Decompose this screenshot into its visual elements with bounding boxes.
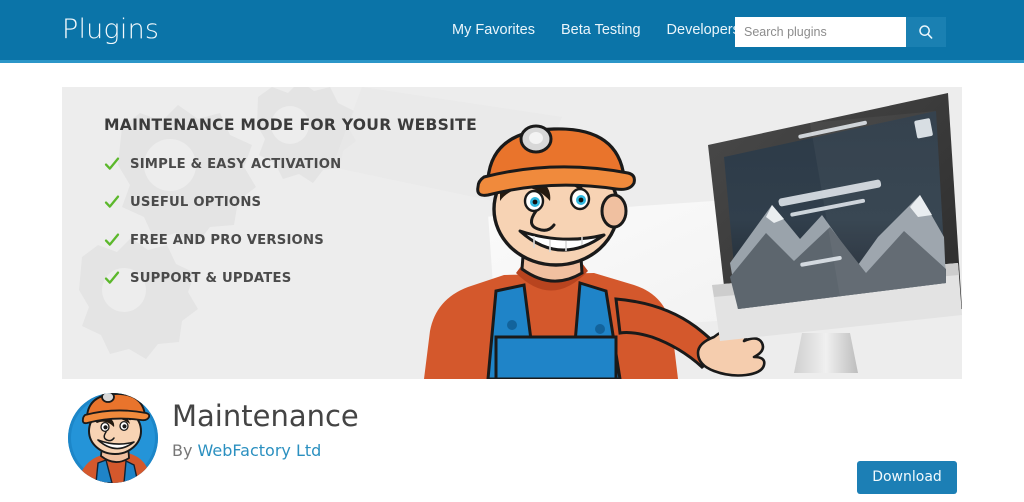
banner-feature-label: FREE AND PRO VERSIONS (130, 233, 324, 248)
banner-feature-label: SIMPLE & EASY ACTIVATION (130, 157, 342, 172)
download-button[interactable]: Download (857, 461, 957, 494)
plugin-by-prefix: By (172, 441, 198, 460)
plugin-meta-row: Maintenance By WebFactory Ltd Download (62, 389, 962, 494)
plugin-byline: By WebFactory Ltd (172, 439, 359, 463)
search-input[interactable] (735, 17, 906, 47)
check-icon (104, 233, 120, 246)
banner-feature-label: SUPPORT & UPDATES (130, 271, 292, 286)
check-icon (104, 271, 120, 284)
plugin-icon-artwork (68, 393, 158, 483)
site-title[interactable]: Plugins (62, 13, 159, 47)
plugin-banner: MAINTENANCE MODE FOR YOUR WEBSITE SIMPLE… (62, 87, 962, 379)
plugin-name: Maintenance (172, 399, 359, 433)
check-icon (104, 195, 120, 208)
maintenance-plugin-icon (68, 393, 158, 483)
site-header: Plugins My Favorites Beta Testing Develo… (0, 0, 1024, 63)
search-form (735, 17, 946, 47)
search-icon (919, 25, 933, 39)
nav-item-beta-testing[interactable]: Beta Testing (561, 21, 641, 39)
header-inner: Plugins My Favorites Beta Testing Develo… (0, 0, 1024, 60)
primary-navigation: My Favorites Beta Testing Developers (452, 21, 740, 39)
nav-item-my-favorites[interactable]: My Favorites (452, 21, 535, 39)
plugin-title-block: Maintenance By WebFactory Ltd (172, 397, 359, 463)
search-submit-button[interactable] (906, 17, 946, 47)
check-icon (104, 157, 120, 170)
nav-item-developers[interactable]: Developers (667, 21, 740, 39)
plugin-author-link[interactable]: WebFactory Ltd (198, 441, 322, 460)
page-body: MAINTENANCE MODE FOR YOUR WEBSITE SIMPLE… (0, 63, 1024, 502)
desktop-monitor-illustration (708, 93, 962, 373)
banner-feature-label: USEFUL OPTIONS (130, 195, 262, 210)
